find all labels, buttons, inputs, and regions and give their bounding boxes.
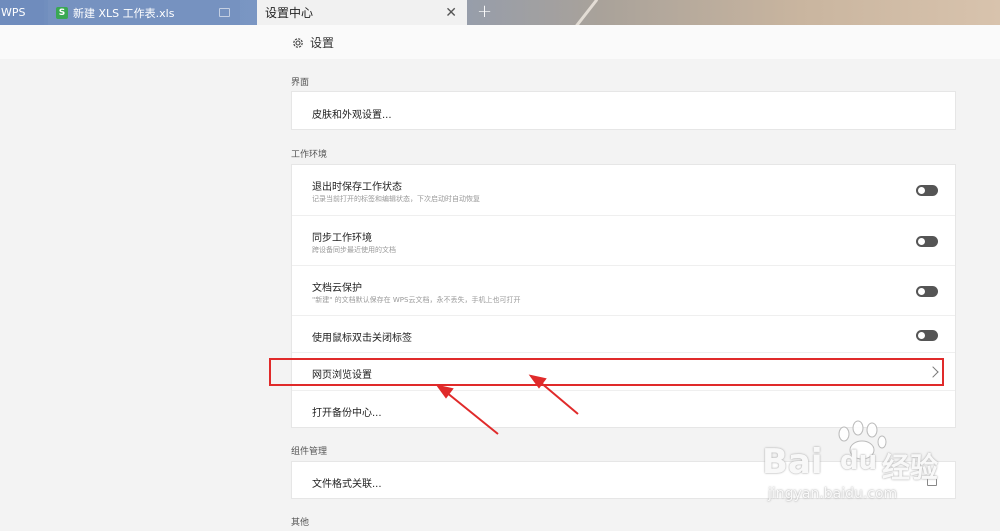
arrow-line-2 [539,381,579,415]
annotation-arrows [435,374,579,435]
arrow-line-1 [445,391,499,435]
